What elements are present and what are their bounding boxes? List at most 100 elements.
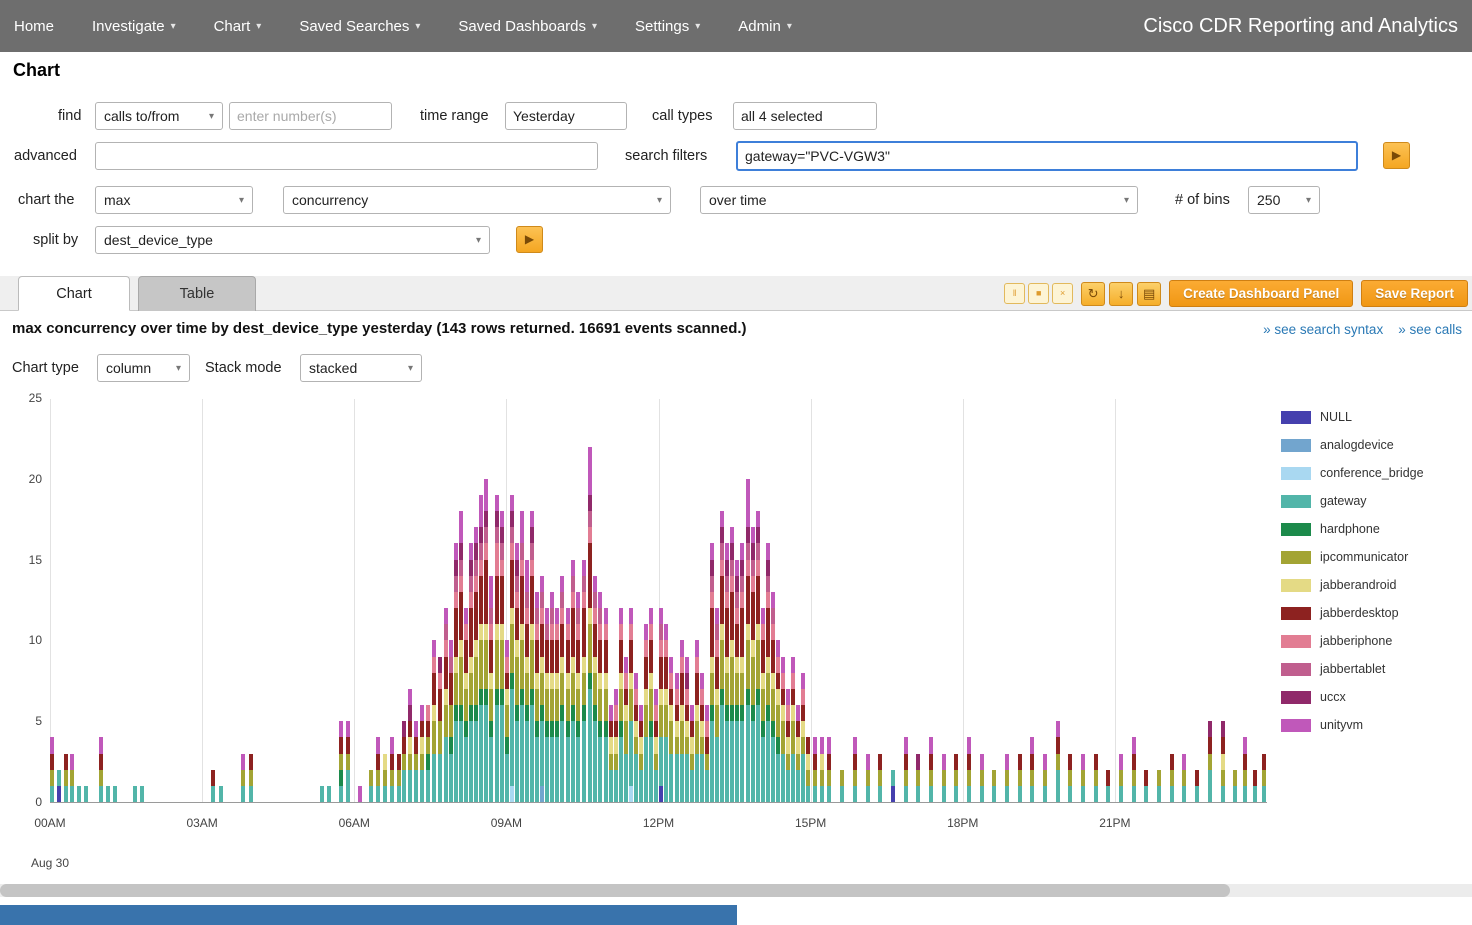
stacked-bar [801, 399, 805, 802]
bar-segment [376, 770, 380, 786]
bar-segment [751, 657, 755, 705]
download-button[interactable]: ↓ [1109, 282, 1133, 306]
bar-segment [695, 673, 699, 705]
legend-item[interactable]: NULL [1281, 410, 1424, 424]
legend-item[interactable]: gateway [1281, 494, 1424, 508]
bar-segment [720, 527, 724, 543]
bar-segment [566, 624, 570, 640]
see-search-syntax-link[interactable]: » see search syntax [1263, 322, 1383, 337]
export-button[interactable]: ↻ [1081, 282, 1105, 306]
search-filters-input[interactable] [736, 141, 1358, 171]
create-dashboard-panel-button[interactable]: Create Dashboard Panel [1169, 280, 1353, 307]
stacked-bar [249, 399, 253, 802]
cancel-button[interactable]: × [1052, 283, 1073, 304]
bar-segment [675, 705, 679, 721]
bar-segment [346, 737, 350, 753]
nav-item-investigate[interactable]: Investigate▾ [92, 18, 176, 35]
run-search-button[interactable]: ▶ [1383, 142, 1410, 169]
legend-item[interactable]: jabbertablet [1281, 662, 1424, 676]
metric-select[interactable]: concurrency▾ [283, 186, 671, 214]
bar-segment [420, 721, 424, 737]
bar-segment [776, 737, 780, 753]
advanced-input[interactable] [95, 142, 598, 170]
call-types-input[interactable] [733, 102, 877, 130]
legend-item[interactable]: jabberiphone [1281, 634, 1424, 648]
nav-item-saved-searches[interactable]: Saved Searches▾ [299, 18, 420, 35]
bar-segment [730, 721, 734, 802]
bar-segment [813, 737, 817, 753]
bar-segment [474, 592, 478, 640]
bar-segment [954, 770, 958, 786]
bar-segment [700, 673, 704, 689]
scrollbar-thumb[interactable] [0, 884, 1230, 897]
bar-segment [761, 640, 765, 672]
bar-segment [571, 576, 575, 592]
stacked-bar [560, 399, 564, 802]
bar-segment [695, 657, 699, 673]
stacked-bar [710, 399, 714, 802]
stacked-bar [929, 399, 933, 802]
bar-segment [520, 640, 524, 688]
bar-segment [1094, 754, 1098, 770]
bar-segment [459, 560, 463, 576]
legend-item[interactable]: analogdevice [1281, 438, 1424, 452]
find-type-select[interactable]: calls to/from▾ [95, 102, 223, 130]
bar-segment [376, 786, 380, 802]
stacked-bar [705, 399, 709, 802]
bar-segment [654, 770, 658, 802]
see-calls-link[interactable]: » see calls [1398, 322, 1462, 337]
legend-item[interactable]: unityvm [1281, 718, 1424, 732]
number-input[interactable] [229, 102, 392, 130]
play-icon: ▶ [525, 232, 534, 246]
nav-item-admin[interactable]: Admin▾ [738, 18, 792, 35]
bar-segment [796, 770, 800, 802]
stacked-bar [70, 399, 74, 802]
split-by-select[interactable]: dest_device_type▾ [95, 226, 490, 254]
bar-segment [588, 608, 592, 624]
pause-button[interactable]: ‖ [1004, 283, 1025, 304]
legend-item[interactable]: uccx [1281, 690, 1424, 704]
nav-item-saved-dashboards[interactable]: Saved Dashboards▾ [458, 18, 597, 35]
legend-item[interactable]: conference_bridge [1281, 466, 1424, 480]
bar-segment [675, 689, 679, 705]
download-icon: ↓ [1118, 286, 1125, 301]
bar-segment [444, 737, 448, 802]
legend-item[interactable]: ipcommunicator [1281, 550, 1424, 564]
legend-item[interactable]: jabberandroid [1281, 578, 1424, 592]
legend-item[interactable]: hardphone [1281, 522, 1424, 536]
stop-button[interactable]: ■ [1028, 283, 1049, 304]
bar-segment [525, 608, 529, 624]
legend-item[interactable]: jabberdesktop [1281, 606, 1424, 620]
stacked-bar [598, 399, 602, 802]
stacked-bar [1221, 399, 1225, 802]
chart-type-select[interactable]: column▾ [97, 354, 190, 382]
bar-segment [545, 640, 549, 672]
split-run-button[interactable]: ▶ [516, 226, 543, 253]
nav-item-home[interactable]: Home [14, 18, 54, 35]
nav-item-settings[interactable]: Settings▾ [635, 18, 700, 35]
tab-chart[interactable]: Chart [18, 276, 130, 311]
print-button[interactable]: ▤ [1137, 282, 1161, 306]
bar-segment [339, 737, 343, 753]
save-report-button[interactable]: Save Report [1361, 280, 1468, 307]
bar-segment [904, 770, 908, 786]
bins-select[interactable]: 250▾ [1248, 186, 1320, 214]
bar-segment [766, 673, 770, 705]
bar-segment [520, 511, 524, 543]
bar-segment [675, 721, 679, 737]
nav-item-chart[interactable]: Chart▾ [214, 18, 262, 35]
bar-segment [781, 689, 785, 705]
gridline [1115, 399, 1116, 802]
bar-segment [495, 624, 499, 640]
over-time-select[interactable]: over time▾ [700, 186, 1138, 214]
bar-segment [654, 754, 658, 770]
bar-segment [967, 770, 971, 786]
bar-segment [715, 657, 719, 689]
time-range-input[interactable] [505, 102, 627, 130]
aggregation-select[interactable]: max▾ [95, 186, 253, 214]
stacked-bar [1081, 399, 1085, 802]
tab-table[interactable]: Table [138, 276, 256, 311]
stack-mode-select[interactable]: stacked▾ [300, 354, 422, 382]
bar-segment [479, 705, 483, 802]
gridline [354, 399, 355, 802]
